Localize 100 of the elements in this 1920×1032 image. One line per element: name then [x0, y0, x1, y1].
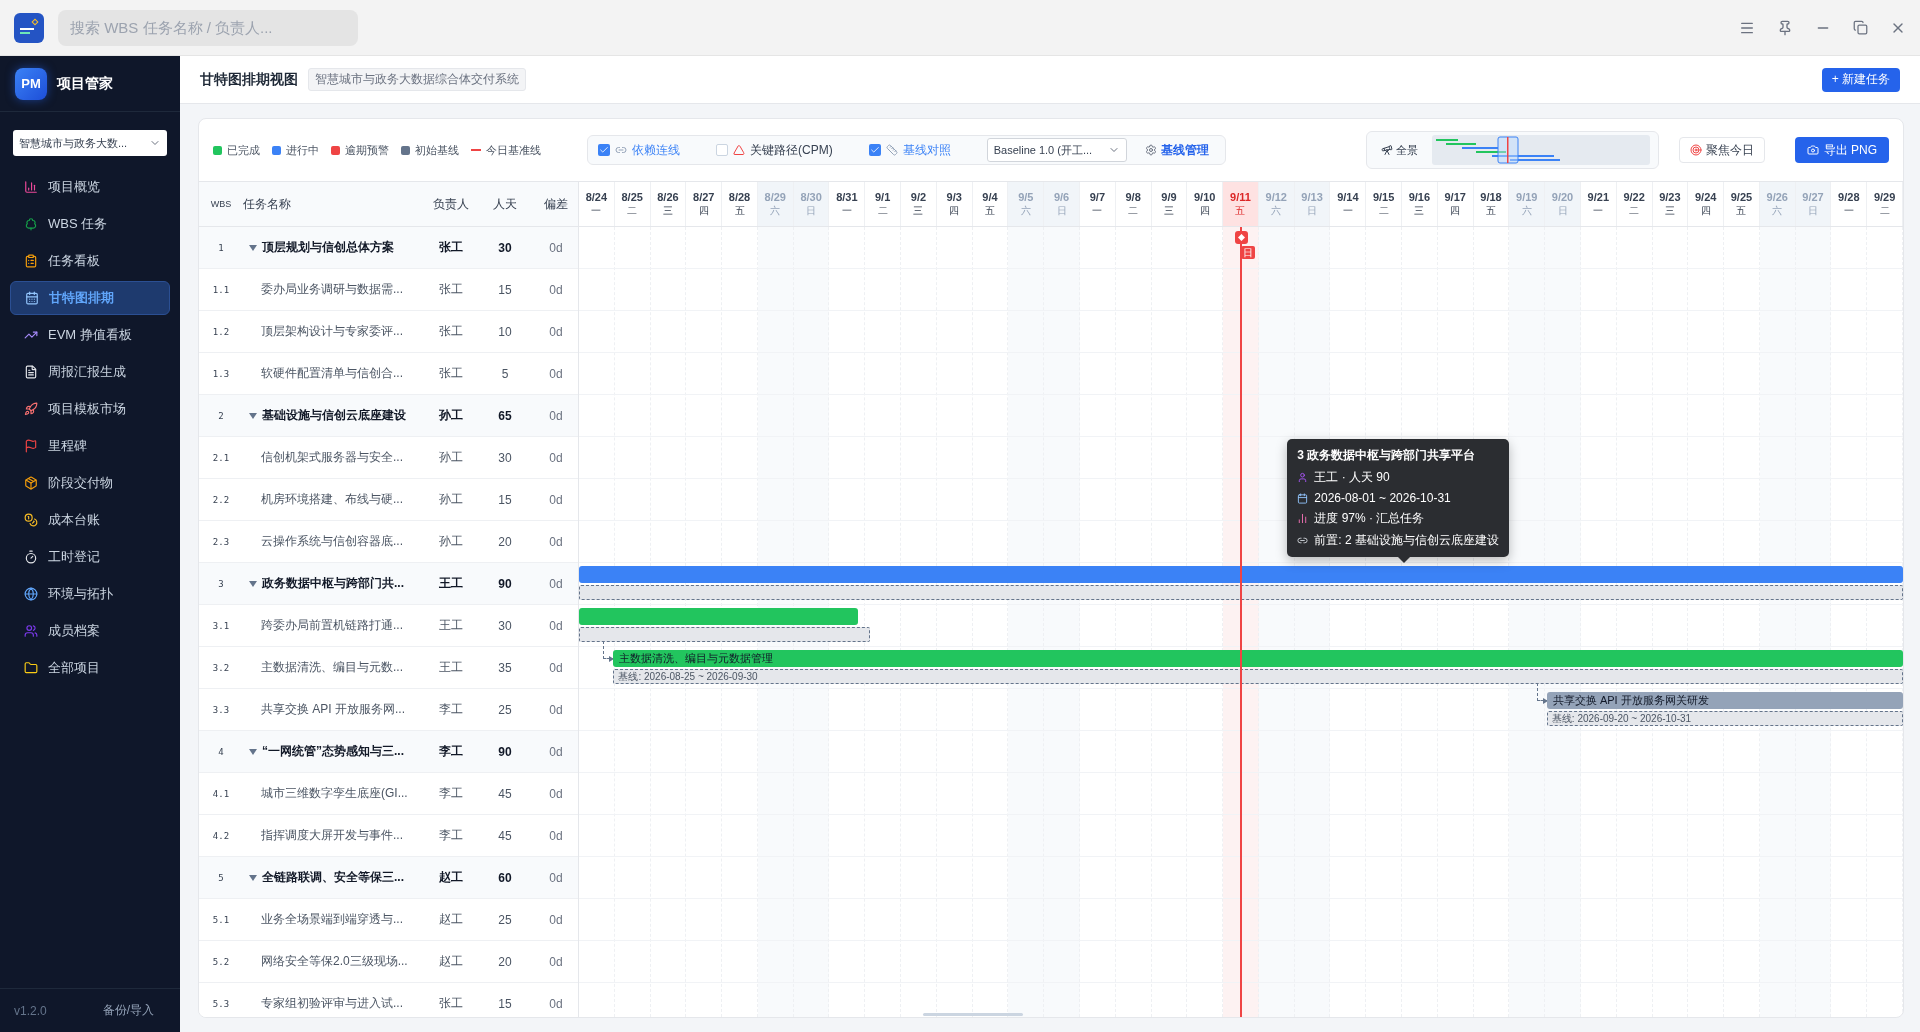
expand-caret-icon[interactable]: [249, 874, 257, 881]
day-date: 9/19: [1516, 190, 1538, 203]
owner-cell-text: 李工: [438, 827, 464, 844]
task-name: 政务数据中枢与跨部门共...: [262, 575, 404, 592]
day-weekday: 六: [1772, 203, 1783, 218]
task-bar[interactable]: 共享交换 API 开放服务网关研发: [1546, 692, 1903, 709]
day-weekday: 四: [1700, 203, 1711, 218]
baseline-select[interactable]: Baseline 1.0 (开工...: [986, 138, 1127, 162]
day-weekday: 日: [1056, 203, 1067, 218]
toggle-label[interactable]: 依赖连线: [632, 141, 680, 159]
sidebar-item[interactable]: 环境与拓扑: [10, 577, 170, 611]
day-weekday: 四: [1199, 203, 1210, 218]
toggle-label[interactable]: 基线对照: [902, 141, 951, 159]
stopwatch-icon: [24, 550, 38, 564]
day-weekday: 二: [877, 203, 888, 218]
search-field[interactable]: 搜索 WBS 任务名称 / 负责人...: [58, 9, 358, 46]
checkbox[interactable]: [598, 144, 610, 156]
rocket-icon: [24, 402, 38, 416]
expand-caret-icon[interactable]: [249, 412, 257, 419]
sidebar-item[interactable]: WBS 任务: [10, 207, 170, 241]
day-weekday: 日: [1307, 203, 1318, 218]
sidebar-item[interactable]: 项目概览: [10, 170, 170, 204]
variance-cell-text: 0d: [548, 576, 564, 591]
telescope-icon: [1380, 144, 1393, 156]
expand-caret-icon[interactable]: [249, 244, 257, 251]
day-date: 8/29: [764, 190, 786, 203]
sidebar-item[interactable]: 里程碑: [10, 429, 170, 463]
flag-icon: [24, 439, 38, 453]
camera-icon: [1806, 144, 1819, 156]
wbs-cell-text: 3.2: [211, 662, 231, 673]
sidebar-item[interactable]: 阶段交付物: [10, 466, 170, 500]
day-weekday: 一: [841, 203, 852, 218]
users-icon: [24, 624, 38, 638]
days-cell-text: 30: [497, 450, 513, 465]
task-name: 网络安全等保2.0三级现场...: [261, 953, 408, 970]
day-weekday: 五: [734, 203, 745, 218]
legend-label: 已完成: [227, 142, 260, 158]
day-date: 9/12: [1265, 190, 1287, 203]
ruler-icon: [885, 144, 898, 156]
sidebar-item[interactable]: 全部项目: [10, 651, 170, 685]
export-png-button[interactable]: 导出 PNG: [1794, 137, 1889, 163]
sidebar-item[interactable]: 项目模板市场: [10, 392, 170, 426]
day-weekday: 四: [1450, 203, 1461, 218]
settings-icon: [1144, 144, 1157, 156]
task-name: 顶层规划与信创总体方案: [262, 239, 394, 256]
owner-cell-text: 王工: [438, 659, 464, 676]
day-weekday: 四: [698, 203, 709, 218]
overview-button[interactable]: 全景: [1374, 141, 1424, 159]
owner-cell-text: 张工: [438, 239, 464, 256]
project-select[interactable]: 智慧城市与政务大数...: [13, 130, 167, 156]
tooltip-title: 3 政务数据中枢与跨部门共享平台: [1297, 447, 1477, 464]
sidebar-item[interactable]: 周报汇报生成: [10, 355, 170, 389]
days-cell-text: 30: [497, 618, 513, 633]
sidebar-item[interactable]: 工时登记: [10, 540, 170, 574]
sidebar-item[interactable]: 成本台账: [10, 503, 170, 537]
target-icon: [1689, 144, 1702, 156]
variance-cell-text: 0d: [548, 282, 564, 297]
tooltip-line: 前置: 2 基础设施与信创云底座建设: [1314, 532, 1499, 549]
day-date: 8/27: [693, 190, 715, 203]
day-date: 9/8: [1125, 190, 1141, 203]
day-date: 8/30: [800, 190, 822, 203]
sidebar-item[interactable]: 任务看板: [10, 244, 170, 278]
baseline-manage-button[interactable]: 基线管理: [1138, 140, 1215, 160]
days-cell-text: 20: [497, 534, 513, 549]
new-task-button[interactable]: + 新建任务: [1821, 67, 1900, 92]
day-date: 9/23: [1659, 190, 1681, 203]
wbs-cell-text: 1.2: [211, 326, 231, 337]
wbs-cell-text: 1.1: [211, 284, 231, 295]
task-name: 专家组初验评审与进入试...: [261, 995, 403, 1012]
owner-cell-text: 张工: [438, 281, 464, 298]
day-date: 9/1: [875, 190, 891, 203]
day-weekday: 五: [1736, 203, 1747, 218]
page-title: 甘特图排期视图: [200, 70, 298, 89]
sidebar-item[interactable]: 成员档案: [10, 614, 170, 648]
day-weekday: 三: [662, 203, 673, 218]
days-cell-text: 15: [497, 996, 513, 1011]
task-bar[interactable]: 主数据清洗、编目与元数据管理: [613, 650, 1903, 667]
sidebar-item[interactable]: 甘特图排期: [10, 281, 170, 315]
day-date: 9/21: [1587, 190, 1610, 203]
expand-caret-icon[interactable]: [249, 580, 257, 587]
toggle-label[interactable]: 关键路径(CPM): [750, 141, 833, 159]
legend-label: 今日基准线: [486, 142, 541, 158]
pin-icon[interactable]: [1777, 19, 1793, 36]
day-date: 9/28: [1838, 190, 1860, 203]
expand-caret-icon[interactable]: [249, 748, 257, 755]
backup-link[interactable]: 备份/导入: [102, 1002, 154, 1019]
day-date: 9/14: [1337, 190, 1359, 203]
checkbox[interactable]: [868, 144, 881, 156]
restore-icon[interactable]: [1853, 19, 1868, 36]
sidebar-item[interactable]: EVM 挣值看板: [10, 318, 170, 352]
day-weekday: 二: [1879, 203, 1890, 218]
checkbox[interactable]: [716, 144, 728, 156]
wbs-cell-text: 4: [217, 746, 225, 757]
owner-cell-text: 王工: [438, 617, 464, 634]
day-date: 9/22: [1623, 190, 1645, 203]
day-date: 9/25: [1730, 190, 1753, 203]
focus-today-button[interactable]: 聚焦今日: [1678, 137, 1765, 163]
column-header: 负责人: [432, 195, 470, 213]
minimap-drawing[interactable]: [1431, 135, 1650, 165]
days-cell-text: 15: [497, 492, 513, 507]
